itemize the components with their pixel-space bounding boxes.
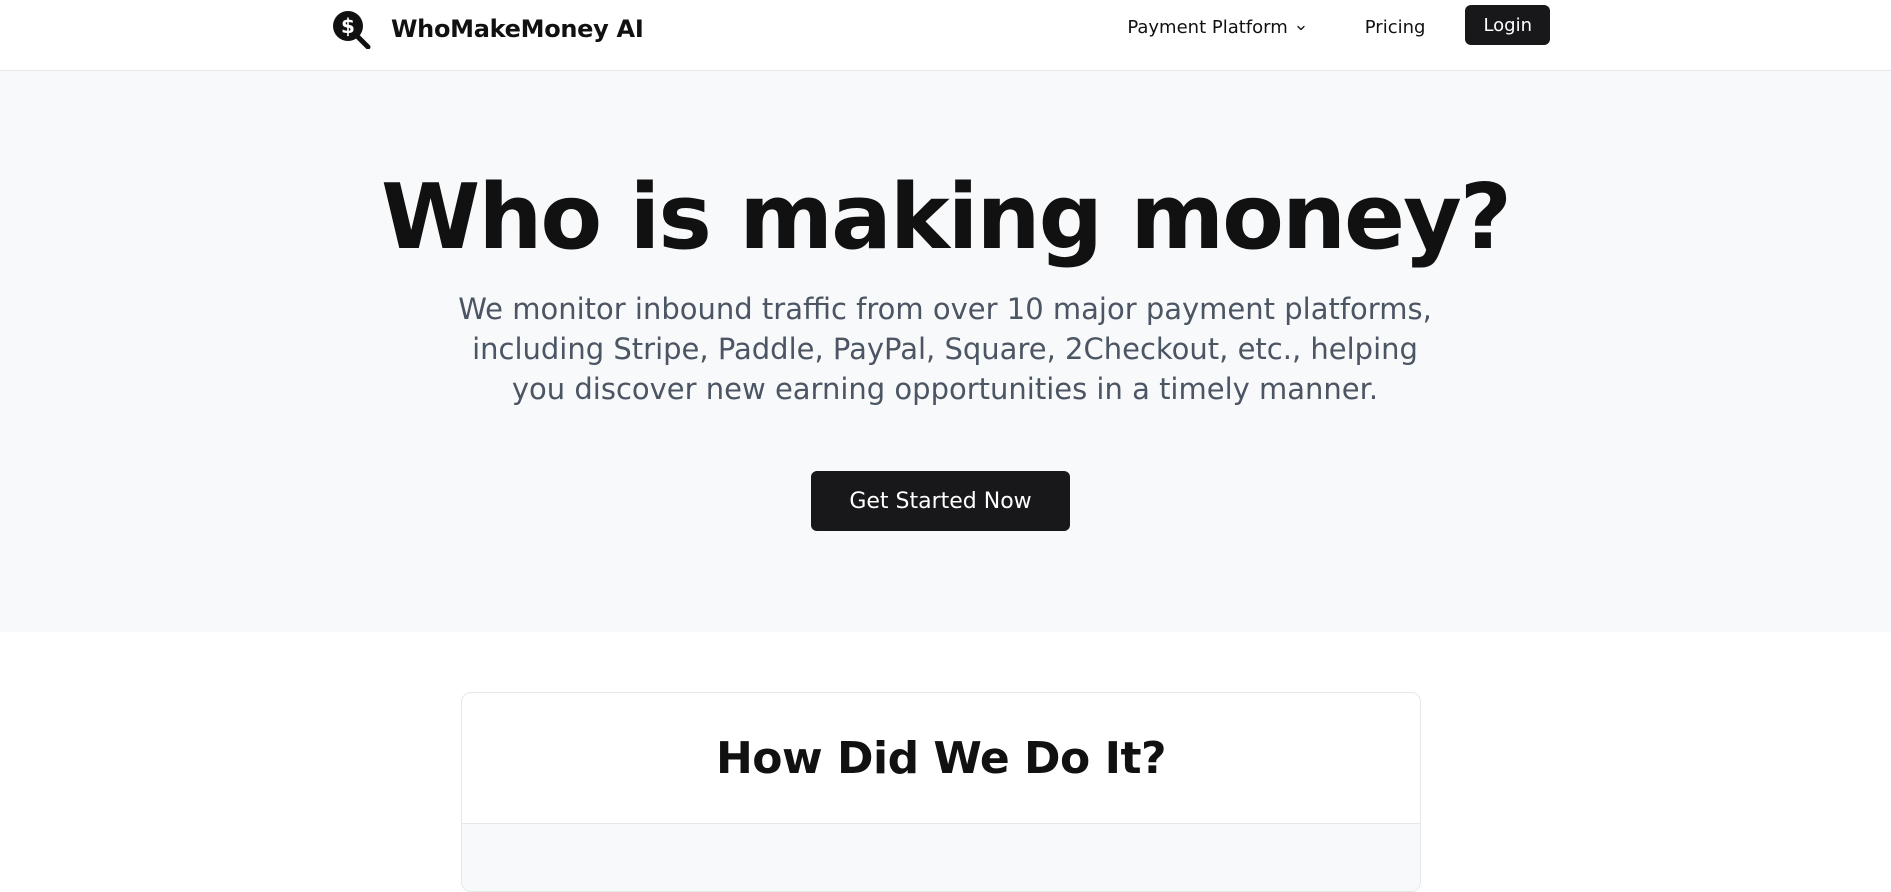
chevron-down-icon (1297, 25, 1305, 30)
site-header: $ WhoMakeMoney AI Payment Platform Prici… (0, 0, 1891, 71)
how-section-body (462, 824, 1420, 891)
dollar-magnifier-icon: $ (333, 11, 371, 49)
hero-section: Who is making money? We monitor inbound … (0, 71, 1891, 632)
get-started-button[interactable]: Get Started Now (811, 471, 1070, 531)
how-section-title: How Did We Do It? (462, 693, 1420, 824)
login-button[interactable]: Login (1465, 5, 1550, 45)
nav-pricing-link[interactable]: Pricing (1365, 8, 1426, 48)
how-section-card: How Did We Do It? (461, 692, 1421, 892)
nav-pricing-label: Pricing (1364, 17, 1426, 38)
svg-text:$: $ (341, 14, 355, 38)
brand[interactable]: $ WhoMakeMoney AI (331, 9, 644, 49)
main-nav: Payment Platform Pricing Login (1127, 5, 1550, 45)
nav-payment-platform-label: Payment Platform (1127, 17, 1288, 38)
hero-title: Who is making money? (381, 165, 1512, 270)
nav-payment-platform-dropdown[interactable]: Payment Platform (1127, 8, 1306, 48)
hero-subtitle: We monitor inbound traffic from over 10 … (458, 292, 1432, 406)
brand-name: WhoMakeMoney AI (391, 15, 644, 43)
